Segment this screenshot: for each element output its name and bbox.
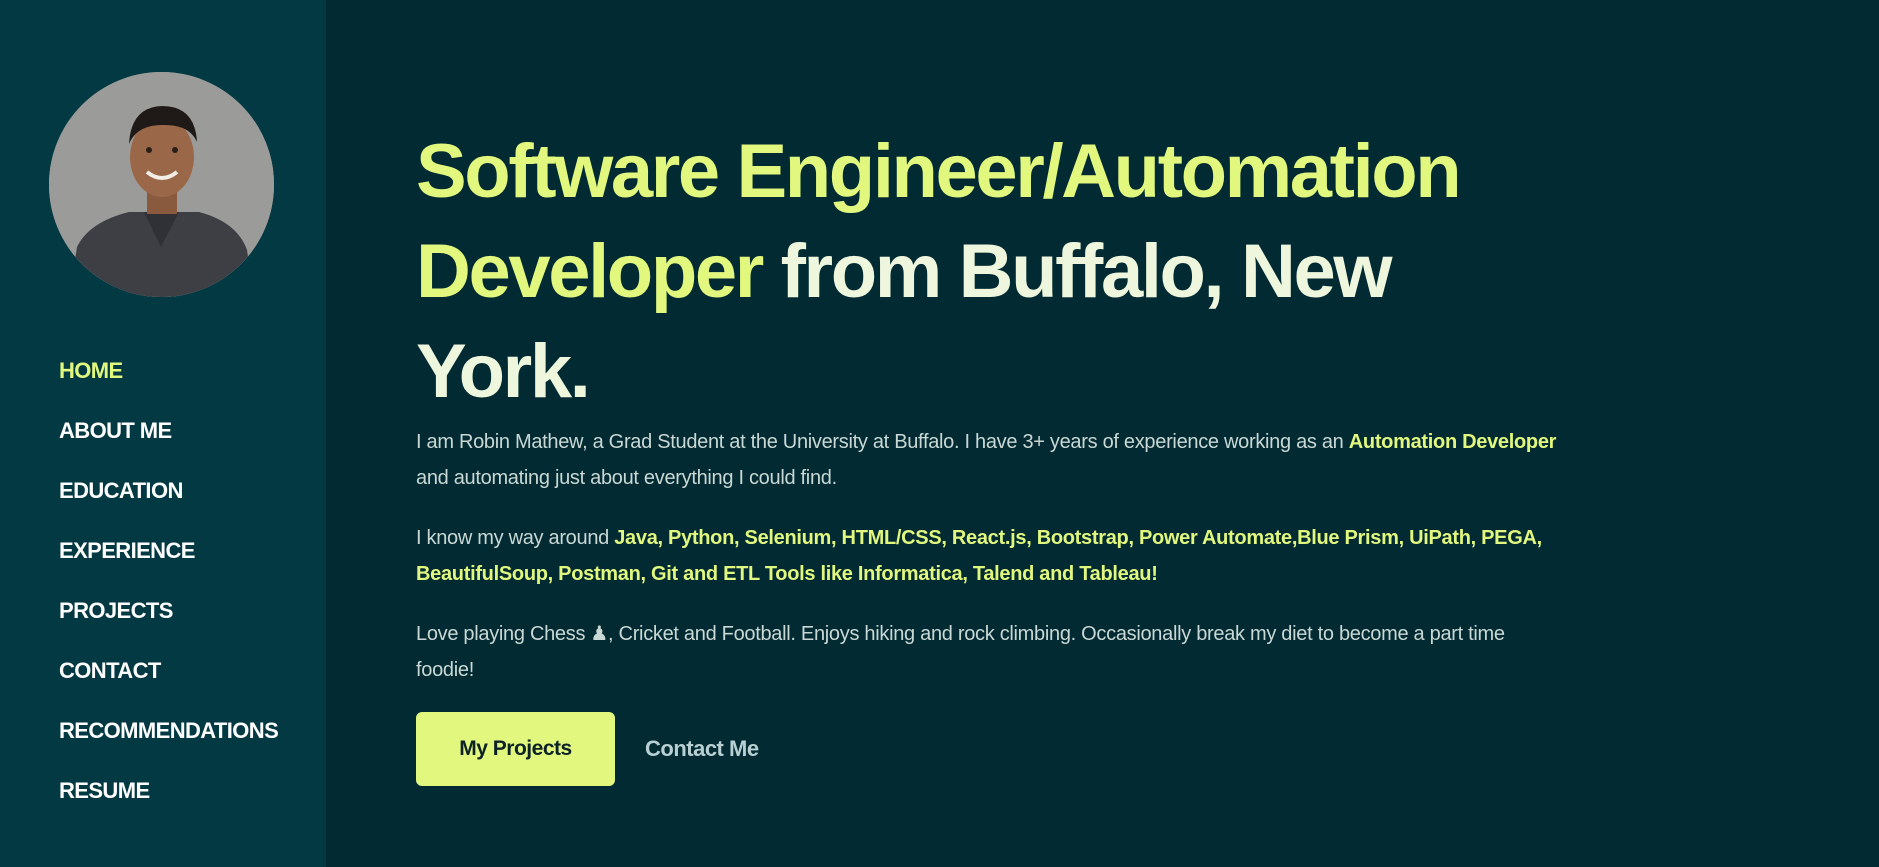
nav-item-home[interactable]: HOME [59,354,123,388]
intro-text-end: and automating just about everything I c… [416,467,837,489]
intro-highlight: Automation Developer [1348,431,1557,453]
main-navigation: HOME ABOUT ME EDUCATION EXPERIENCE PROJE… [59,354,279,834]
skills-text: I know my way around [416,527,615,549]
sidebar: HOME ABOUT ME EDUCATION EXPERIENCE PROJE… [0,0,326,867]
my-projects-button[interactable]: My Projects [416,712,615,786]
nav-item-recommendations[interactable]: RECOMMENDATIONS [59,714,279,748]
hero-section: Software Engineer/Automation Developer f… [416,122,1566,786]
nav-item-projects[interactable]: PROJECTS [59,594,173,628]
intro-paragraph: I am Robin Mathew, a Grad Student at the… [416,424,1566,496]
hero-actions: My Projects Contact Me [416,712,1566,786]
hobbies-paragraph: Love playing Chess ♟, Cricket and Footba… [416,623,1505,681]
nav-item-experience[interactable]: EXPERIENCE [59,534,195,568]
nav-item-resume[interactable]: RESUME [59,774,150,808]
hero-headline: Software Engineer/Automation Developer f… [416,122,1496,422]
skills-paragraph: I know my way around Java, Python, Selen… [416,520,1566,592]
person-avatar-icon [49,72,274,297]
nav-item-contact[interactable]: CONTACT [59,654,161,688]
profile-photo [49,72,274,297]
nav-item-education[interactable]: EDUCATION [59,474,183,508]
nav-item-about-me[interactable]: ABOUT ME [59,414,172,448]
contact-me-link[interactable]: Contact Me [645,736,759,762]
intro-text: I am Robin Mathew, a Grad Student at the… [416,431,1349,453]
